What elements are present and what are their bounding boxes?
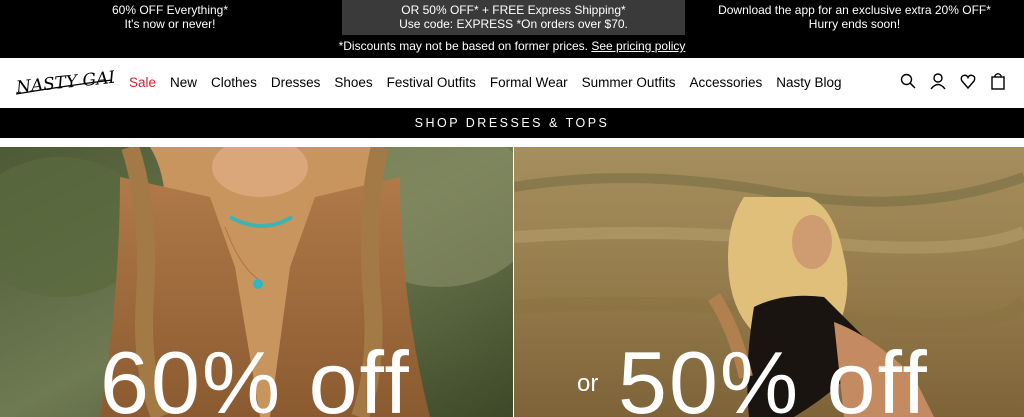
promo-left-line1: 60% OFF Everything* bbox=[111, 3, 229, 17]
shop-dresses-tops-banner[interactable]: SHOP DRESSES & TOPS bbox=[0, 108, 1024, 138]
promo-right-line1: Download the app for an exclusive extra … bbox=[718, 3, 991, 17]
promo-offer-left[interactable]: 60% OFF Everything* It's now or never! bbox=[0, 0, 340, 35]
bag-icon[interactable] bbox=[990, 72, 1006, 90]
nav-sale[interactable]: Sale bbox=[129, 75, 156, 90]
promo-footnote-text: *Discounts may not be based on former pr… bbox=[338, 39, 589, 53]
hero-panel-left[interactable]: 60% off bbox=[0, 147, 513, 417]
wishlist-icon[interactable] bbox=[960, 72, 976, 90]
promo-offer-right[interactable]: Download the app for an exclusive extra … bbox=[685, 0, 1024, 35]
header-icons bbox=[900, 72, 1006, 90]
account-icon[interactable] bbox=[930, 72, 946, 90]
hero-right-headline: 50% off bbox=[618, 333, 929, 417]
nasty-gal-logo[interactable]: NASTY GAL bbox=[14, 66, 120, 100]
main-nav: Sale New Clothes Dresses Shoes Festival … bbox=[129, 75, 856, 90]
promo-left-line2: It's now or never! bbox=[124, 17, 216, 31]
promo-footnote: *Discounts may not be based on former pr… bbox=[0, 39, 1024, 53]
promo-right-line2: Hurry ends soon! bbox=[808, 17, 901, 31]
shop-banner-label: SHOP DRESSES & TOPS bbox=[414, 116, 610, 130]
hero-panel-right[interactable]: or 50% off bbox=[514, 147, 1024, 417]
svg-text:NASTY GAL: NASTY GAL bbox=[14, 67, 114, 98]
logo-mark: NASTY GAL bbox=[14, 67, 120, 98]
hero-right-prefix: or bbox=[577, 370, 599, 397]
nav-festival-outfits[interactable]: Festival Outfits bbox=[387, 75, 476, 90]
hero-left-headline: 60% off bbox=[100, 333, 411, 417]
nav-dresses[interactable]: Dresses bbox=[271, 75, 321, 90]
nav-formal-wear[interactable]: Formal Wear bbox=[490, 75, 568, 90]
search-icon[interactable] bbox=[900, 72, 916, 90]
nav-nasty-blog[interactable]: Nasty Blog bbox=[776, 75, 841, 90]
nav-new[interactable]: New bbox=[170, 75, 197, 90]
nav-accessories[interactable]: Accessories bbox=[689, 75, 762, 90]
promo-mid-line1: OR 50% OFF* + FREE Express Shipping* bbox=[401, 3, 626, 17]
pricing-policy-link[interactable]: See pricing policy bbox=[591, 39, 685, 53]
promo-mid-line2: Use code: EXPRESS *On orders over $70. bbox=[399, 17, 628, 31]
nav-shoes[interactable]: Shoes bbox=[334, 75, 372, 90]
nav-clothes[interactable]: Clothes bbox=[211, 75, 257, 90]
promo-offer-middle[interactable]: OR 50% OFF* + FREE Express Shipping* Use… bbox=[342, 0, 685, 35]
hero-banner: 60% off or 50% off bbox=[0, 147, 1024, 417]
site-header: NASTY GAL Sale New Clothes Dresses Shoes… bbox=[0, 58, 1024, 108]
promo-bar: 60% OFF Everything* It's now or never! O… bbox=[0, 0, 1024, 58]
nav-summer-outfits[interactable]: Summer Outfits bbox=[582, 75, 676, 90]
